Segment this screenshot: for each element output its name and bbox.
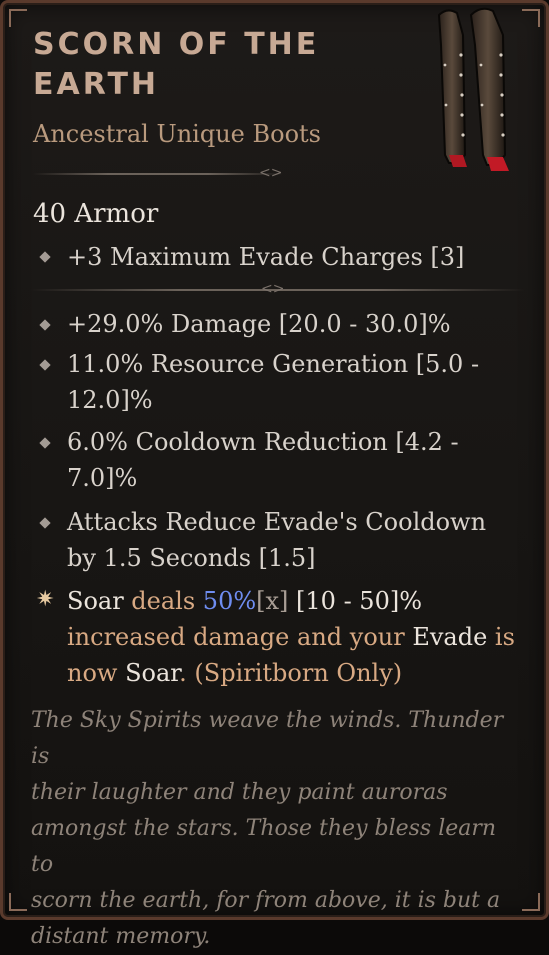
frame-corner-bottom-left [9,893,27,911]
unique-power-line3: now Soar. (Spiritborn Only) [67,655,527,691]
implicit-affix: +3 Maximum Evade Charges [3] [67,243,465,271]
evade-keyword: Evade [412,623,488,651]
skill-keyword: Soar [125,659,180,687]
flavor-line: distant memory. [31,924,211,949]
frame-corner-bottom-right [522,893,540,911]
flavor-line: amongst the stars. Those they bless lear… [31,816,497,877]
affix-resource-generation: 11.0% Resource Generation [5.0 - 12.0]% [67,346,479,418]
diamond-bullet-icon [39,319,51,331]
item-tooltip: SCORN OF THE EARTH Ancestral Unique Boot… [0,0,549,949]
unique-range: [10 - 50]% [288,587,423,615]
armor-value: 40 Armor [33,199,159,229]
diamond-bullet-icon [39,517,51,529]
boots-icon [437,7,509,171]
separator-ornament-icon: <> [259,165,283,181]
affix-cooldown-reduction: 6.0% Cooldown Reduction [4.2 - 7.0]% [67,424,459,496]
unique-text: deals [123,587,203,615]
item-type: Ancestral Unique Boots [33,120,321,148]
flavor-text: The Sky Spirits weave the winds. Thunder… [31,703,511,955]
affix-line: 7.0]% [67,464,138,492]
separator [33,173,283,175]
affix-evade-cooldown: Attacks Reduce Evade's Cooldown by 1.5 S… [67,504,486,576]
affix-line: Attacks Reduce Evade's Cooldown [67,508,487,536]
item-name: SCORN OF THE EARTH [33,25,373,105]
diamond-bullet-icon [39,359,51,371]
flavor-line: The Sky Spirits weave the winds. Thunder… [31,708,504,769]
unique-power-line2: increased damage and your Evade is [67,619,527,655]
unique-value-bracket: [x] [256,587,289,615]
flavor-line: their laughter and they paint auroras [31,780,448,805]
diamond-bullet-icon [39,437,51,449]
item-name-line1: SCORN OF THE [33,27,320,62]
affix-line: 12.0]% [67,386,153,414]
unique-text: . [179,659,195,687]
affix-damage: +29.0% Damage [20.0 - 30.0]% [67,306,451,342]
unique-text: is [487,623,515,651]
affix-line: 11.0% Resource Generation [5.0 - [67,350,480,378]
frame-corner-top-left [9,9,27,27]
flavor-line: scorn the earth, for from above, it is b… [31,888,501,913]
unique-text: now [67,659,126,687]
unique-power-line1: Soar deals 50%[x] [10 - 50]% [67,583,527,619]
diamond-bullet-icon [39,251,51,263]
separator-ornament-icon: <> [261,281,285,297]
affix-line: by 1.5 Seconds [1.5] [67,544,316,572]
affix-line: 6.0% Cooldown Reduction [4.2 - [67,428,459,456]
item-name-line2: EARTH [33,67,160,102]
affix-line: +29.0% Damage [20.0 - 30.0]% [67,310,451,338]
frame-corner-top-right [522,9,540,27]
class-restriction: (Spiritborn Only) [194,659,403,687]
star-bullet-icon: ✷ [36,587,55,612]
unique-power: Soar deals 50%[x] [10 - 50]% increased d… [67,583,527,691]
skill-keyword: Soar [67,587,124,615]
unique-text: increased damage and your [67,623,413,651]
unique-value: 50% [202,587,257,615]
